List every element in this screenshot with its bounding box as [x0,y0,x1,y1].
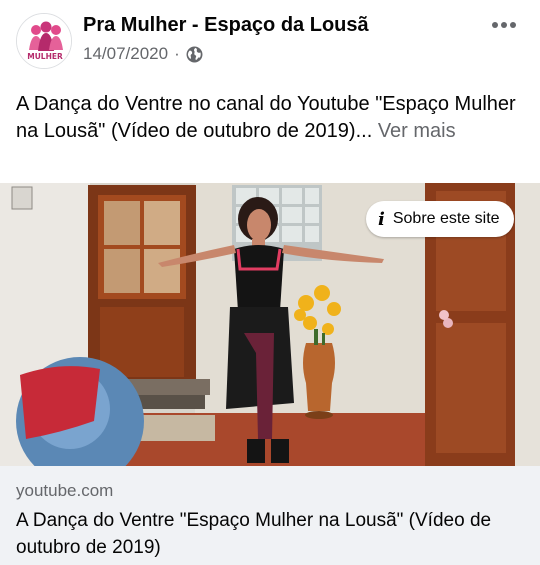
page-avatar[interactable]: MULHER [16,13,72,69]
more-horizontal-icon [492,22,516,28]
link-domain: youtube.com [16,481,114,500]
globe-icon [186,46,203,63]
post-message: A Dança do Ventre no canal do Youtube "E… [16,91,526,145]
link-preview-card[interactable]: youtube.com A Dança do Ventre "Espaço Mu… [0,466,540,565]
post-meta: 14/07/2020 · [83,44,203,64]
link-title: A Dança do Ventre "Espaço Mulher na Lous… [16,510,492,558]
about-this-site-button[interactable]: i Sobre este site [366,201,514,237]
about-this-site-label: Sobre este site [392,210,500,227]
svg-text:MULHER: MULHER [27,52,63,61]
more-options-button[interactable] [486,10,522,40]
page-logo-image: MULHER [17,14,71,68]
post-header: MULHER Pra Mulher - Espaço da Lousã 14/0… [0,0,540,80]
info-icon: i [378,208,385,230]
meta-separator: · [174,44,180,63]
post-date[interactable]: 14/07/2020 [83,44,168,64]
video-thumbnail[interactable]: i Sobre este site [0,183,540,466]
page-name-link[interactable]: Pra Mulher - Espaço da Lousã [83,14,369,37]
see-more-link[interactable]: Ver mais [378,120,456,142]
